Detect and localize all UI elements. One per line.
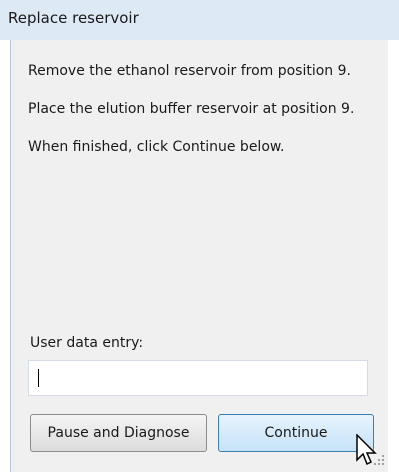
user-data-input[interactable] [28,360,368,396]
text-caret [38,369,39,387]
title-bar: Replace reservoir [0,0,399,40]
instruction-place: Place the elution buffer reservoir at po… [28,101,355,117]
instruction-continue: When finished, click Continue below. [28,139,285,155]
continue-button[interactable]: Continue [218,414,374,452]
resize-grip-icon[interactable] [371,452,387,468]
pause-and-diagnose-button[interactable]: Pause and Diagnose [30,414,207,452]
window-title: Replace reservoir [8,9,139,27]
continue-label: Continue [264,425,328,441]
instruction-remove: Remove the ethanol reservoir from positi… [28,63,351,79]
instructions-panel: Remove the ethanol reservoir from positi… [28,62,378,176]
user-data-label: User data entry: [30,335,144,351]
pause-and-diagnose-label: Pause and Diagnose [47,425,190,441]
